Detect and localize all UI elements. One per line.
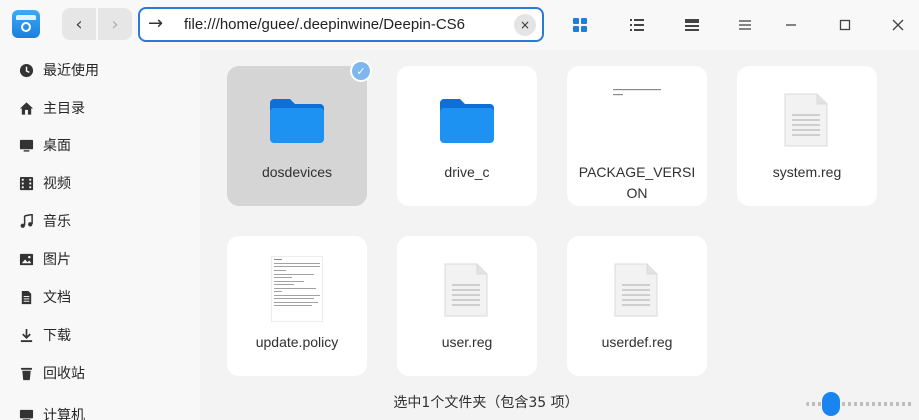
file-name: user.reg <box>441 334 493 350</box>
sidebar: 最近使用 主目录 桌面 视频 音乐 图片 文档 下载 回收站 计算机 <box>0 50 200 420</box>
arrow-right-icon: → <box>148 13 164 34</box>
address-input[interactable]: file:///home/guee/.deepinwine/Deepin-CS6 <box>184 16 465 33</box>
file-name: system.reg <box>772 164 842 180</box>
zoom-slider-handle[interactable] <box>822 392 840 416</box>
minimize-icon[interactable] <box>780 14 802 36</box>
back-button[interactable]: ‹ <box>62 8 96 40</box>
music-icon <box>18 213 34 229</box>
file-name: drive_c <box>444 164 490 180</box>
folder-icon <box>440 99 494 143</box>
list-view-icon[interactable] <box>626 14 648 36</box>
clock-icon <box>18 62 34 78</box>
sidebar-item-label: 最近使用 <box>43 63 99 79</box>
desktop-icon <box>18 137 34 153</box>
sidebar-item-label: 图片 <box>43 252 71 268</box>
file-item-drive-c[interactable]: drive_c <box>397 66 537 206</box>
sidebar-item-recent[interactable]: 最近使用 <box>0 52 200 88</box>
detail-view-icon[interactable] <box>681 14 703 36</box>
status-text: 选中1个文件夹（包含35 项） <box>393 395 579 411</box>
file-name-line-1: PACKAGE_VERSI <box>578 164 696 180</box>
clear-address-button[interactable]: × <box>514 14 536 36</box>
sidebar-item-music[interactable]: 音乐 <box>0 203 200 239</box>
computer-icon <box>18 407 34 420</box>
address-bar[interactable]: → file:///home/guee/.deepinwine/Deepin-C… <box>138 7 544 42</box>
document-icon <box>444 263 488 317</box>
file-item-system-reg[interactable]: system.reg <box>737 66 877 206</box>
file-name: update.policy <box>255 334 339 350</box>
file-item-user-reg[interactable]: user.reg <box>397 236 537 376</box>
maximize-icon[interactable] <box>834 14 856 36</box>
selected-check-icon: ✓ <box>350 60 372 82</box>
file-item-package-version[interactable]: PACKAGE_VERSI ON <box>567 66 707 206</box>
hamburger-menu-icon[interactable] <box>734 14 756 36</box>
sidebar-item-documents[interactable]: 文档 <box>0 279 200 315</box>
document-icon <box>18 289 34 305</box>
sidebar-item-label: 视频 <box>43 176 71 192</box>
sidebar-item-label: 计算机 <box>43 408 85 420</box>
sidebar-item-label: 桌面 <box>43 138 71 154</box>
close-icon[interactable] <box>887 14 909 36</box>
text-preview-icon <box>613 89 661 96</box>
file-name: userdef.reg <box>601 334 673 350</box>
sidebar-item-trash[interactable]: 回收站 <box>0 355 200 391</box>
picture-icon <box>18 251 34 267</box>
document-icon <box>784 93 828 147</box>
folder-icon <box>270 99 324 143</box>
sidebar-item-pictures[interactable]: 图片 <box>0 241 200 277</box>
video-icon <box>18 175 34 191</box>
file-item-userdef-reg[interactable]: userdef.reg <box>567 236 707 376</box>
sidebar-item-label: 回收站 <box>43 366 85 382</box>
chevron-left-icon: ‹ <box>75 13 83 35</box>
chevron-right-icon: › <box>111 13 119 35</box>
sidebar-item-label: 主目录 <box>43 101 85 117</box>
grid-view-icon[interactable] <box>569 14 591 36</box>
title-bar: ‹ › → file:///home/guee/.deepinwine/Deep… <box>0 0 919 50</box>
sidebar-item-home[interactable]: 主目录 <box>0 90 200 126</box>
sidebar-item-desktop[interactable]: 桌面 <box>0 127 200 163</box>
file-item-update-policy[interactable]: update.policy <box>227 236 367 376</box>
sidebar-item-computer[interactable]: 计算机 <box>0 397 200 420</box>
file-item-dosdevices[interactable]: dosdevices ✓ <box>227 60 372 206</box>
download-icon <box>18 327 34 343</box>
file-name-line-2: ON <box>626 185 648 201</box>
document-icon <box>614 263 658 317</box>
sidebar-item-downloads[interactable]: 下载 <box>0 317 200 353</box>
trash-icon <box>18 365 34 381</box>
sidebar-item-label: 下载 <box>43 328 71 344</box>
sidebar-item-video[interactable]: 视频 <box>0 165 200 201</box>
forward-button[interactable]: › <box>98 8 132 40</box>
file-view: dosdevices ✓ drive_c PACKAGE_VERSI ON sy… <box>200 50 919 420</box>
sidebar-item-label: 文档 <box>43 290 71 306</box>
file-manager-logo-icon <box>12 10 40 38</box>
text-preview-icon <box>271 256 323 322</box>
home-icon <box>18 100 34 116</box>
sidebar-item-label: 音乐 <box>43 214 71 230</box>
file-name: dosdevices <box>261 164 333 180</box>
